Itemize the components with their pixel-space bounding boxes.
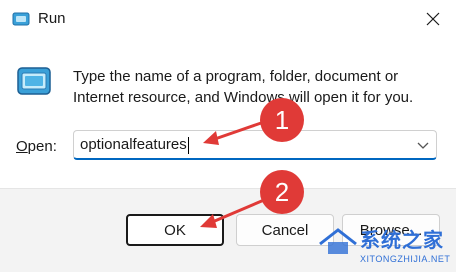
run-app-icon [17, 67, 51, 95]
watermark: 系统之家 XITONGZHIJIA.NET [318, 222, 456, 272]
open-input[interactable]: optionalfeatures [80, 131, 189, 159]
watermark-url: XITONGZHIJIA.NET [360, 254, 451, 264]
dialog-description: Type the name of a program, folder, docu… [73, 68, 414, 106]
ok-button[interactable]: OK [126, 214, 224, 246]
run-icon [12, 12, 30, 26]
close-button[interactable] [410, 0, 456, 38]
text-caret [187, 136, 189, 154]
open-label-text: pen: [27, 138, 57, 155]
watermark-logo-icon [319, 228, 357, 254]
title-bar: Run [0, 0, 456, 38]
chevron-down-icon[interactable] [416, 138, 430, 152]
close-icon [426, 12, 440, 26]
step-1-badge: 1 [260, 98, 304, 142]
open-input-value: optionalfeatures [80, 136, 187, 153]
step-2-badge: 2 [260, 170, 304, 214]
open-combobox[interactable]: optionalfeatures [73, 130, 437, 160]
open-label-mnemonic: O [16, 138, 28, 155]
window-title: Run [38, 10, 66, 27]
open-label: Open: [16, 138, 57, 155]
watermark-title: 系统之家 [360, 230, 444, 252]
run-dialog: Run Type the name of a program, folder, … [0, 0, 456, 272]
